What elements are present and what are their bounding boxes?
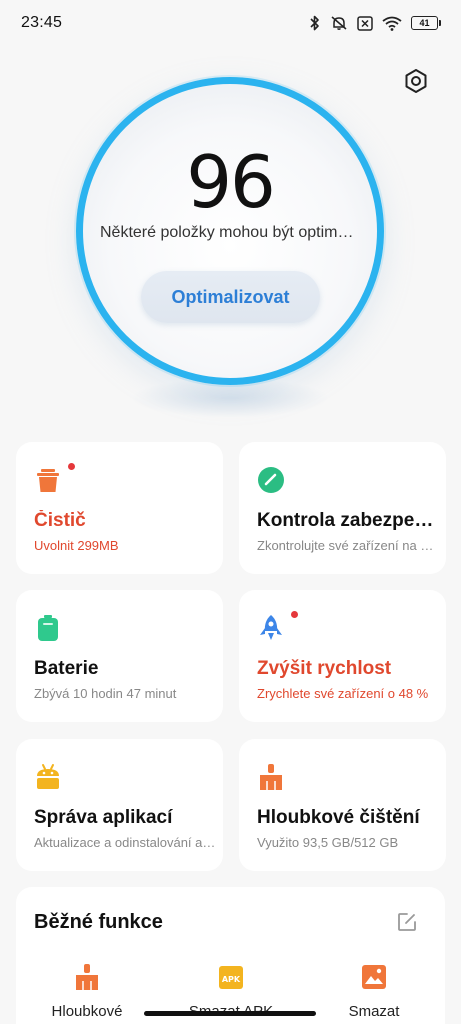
card-cleaner[interactable]: Čistič Uvolnit 299MB <box>16 442 223 574</box>
status-bar: 23:45 41 <box>0 0 461 46</box>
no-sim-icon <box>357 15 373 31</box>
trash-icon <box>37 469 59 492</box>
card-title: Správa aplikací <box>34 807 173 828</box>
function-label: Hloubkové <box>51 1003 123 1020</box>
notification-badge <box>68 463 75 470</box>
broom-icon <box>260 764 282 790</box>
common-functions-panel: Běžné funkce Hloubkové APK Smazat APK Sm… <box>16 887 445 1024</box>
image-icon <box>362 965 386 989</box>
edit-icon[interactable] <box>396 911 418 933</box>
home-indicator[interactable] <box>144 1011 316 1016</box>
battery-level: 41 <box>411 16 438 30</box>
notification-badge <box>291 611 298 618</box>
apk-icon: APK <box>219 966 243 989</box>
optimize-button[interactable]: Optimalizovat <box>141 271 320 323</box>
card-subtitle: Zrychlete své zařízení o 48 % <box>257 686 429 701</box>
battery-icon <box>38 615 58 641</box>
section-title: Běžné funkce <box>34 911 163 933</box>
silent-icon <box>331 16 347 30</box>
card-app-manager[interactable]: Správa aplikací Aktualizace a odinstalov… <box>16 739 223 871</box>
card-title: Zvýšit rychlost <box>257 658 392 679</box>
bluetooth-icon <box>310 15 319 31</box>
score-subtitle: Některé položky mohou být optimalizovány <box>100 224 360 241</box>
broom-icon <box>76 964 98 990</box>
function-label: Smazat <box>348 1003 400 1020</box>
card-subtitle: Využito 93,5 GB/512 GB <box>257 835 399 850</box>
rocket-icon <box>260 615 282 640</box>
wifi-icon <box>382 16 402 31</box>
gear-icon <box>405 69 427 93</box>
status-icons: 41 <box>309 15 441 31</box>
card-subtitle: Uvolnit 299MB <box>34 538 119 553</box>
function-deep-clean[interactable]: Hloubkové <box>37 963 137 1020</box>
battery-indicator: 41 <box>411 16 441 30</box>
card-title: Čistič <box>34 510 86 531</box>
card-title: Kontrola zabezpečení <box>257 510 437 531</box>
shield-gauge-icon <box>258 467 284 493</box>
card-deep-clean[interactable]: Hloubkové čištění Využito 93,5 GB/512 GB <box>239 739 446 871</box>
card-subtitle: Aktualizace a odinstalování aplikací <box>34 835 216 850</box>
card-title: Hloubkové čištění <box>257 807 420 828</box>
app-manager-icon <box>37 764 59 789</box>
card-security-check[interactable]: Kontrola zabezpečení Zkontrolujte své za… <box>239 442 446 574</box>
status-time: 23:45 <box>21 14 63 31</box>
card-title: Baterie <box>34 658 99 679</box>
svg-text:APK: APK <box>222 975 241 984</box>
card-speed-boost[interactable]: Zvýšit rychlost Zrychlete své zařízení o… <box>239 590 446 722</box>
card-subtitle: Zbývá 10 hodin 47 minut <box>34 686 177 701</box>
card-battery[interactable]: Baterie Zbývá 10 hodin 47 minut <box>16 590 223 722</box>
optimization-score: 96 <box>186 140 276 224</box>
function-delete-images[interactable]: Smazat <box>324 963 424 1020</box>
settings-button[interactable] <box>402 67 430 95</box>
card-subtitle: Zkontrolujte své zařízení na hrozby <box>257 538 439 553</box>
